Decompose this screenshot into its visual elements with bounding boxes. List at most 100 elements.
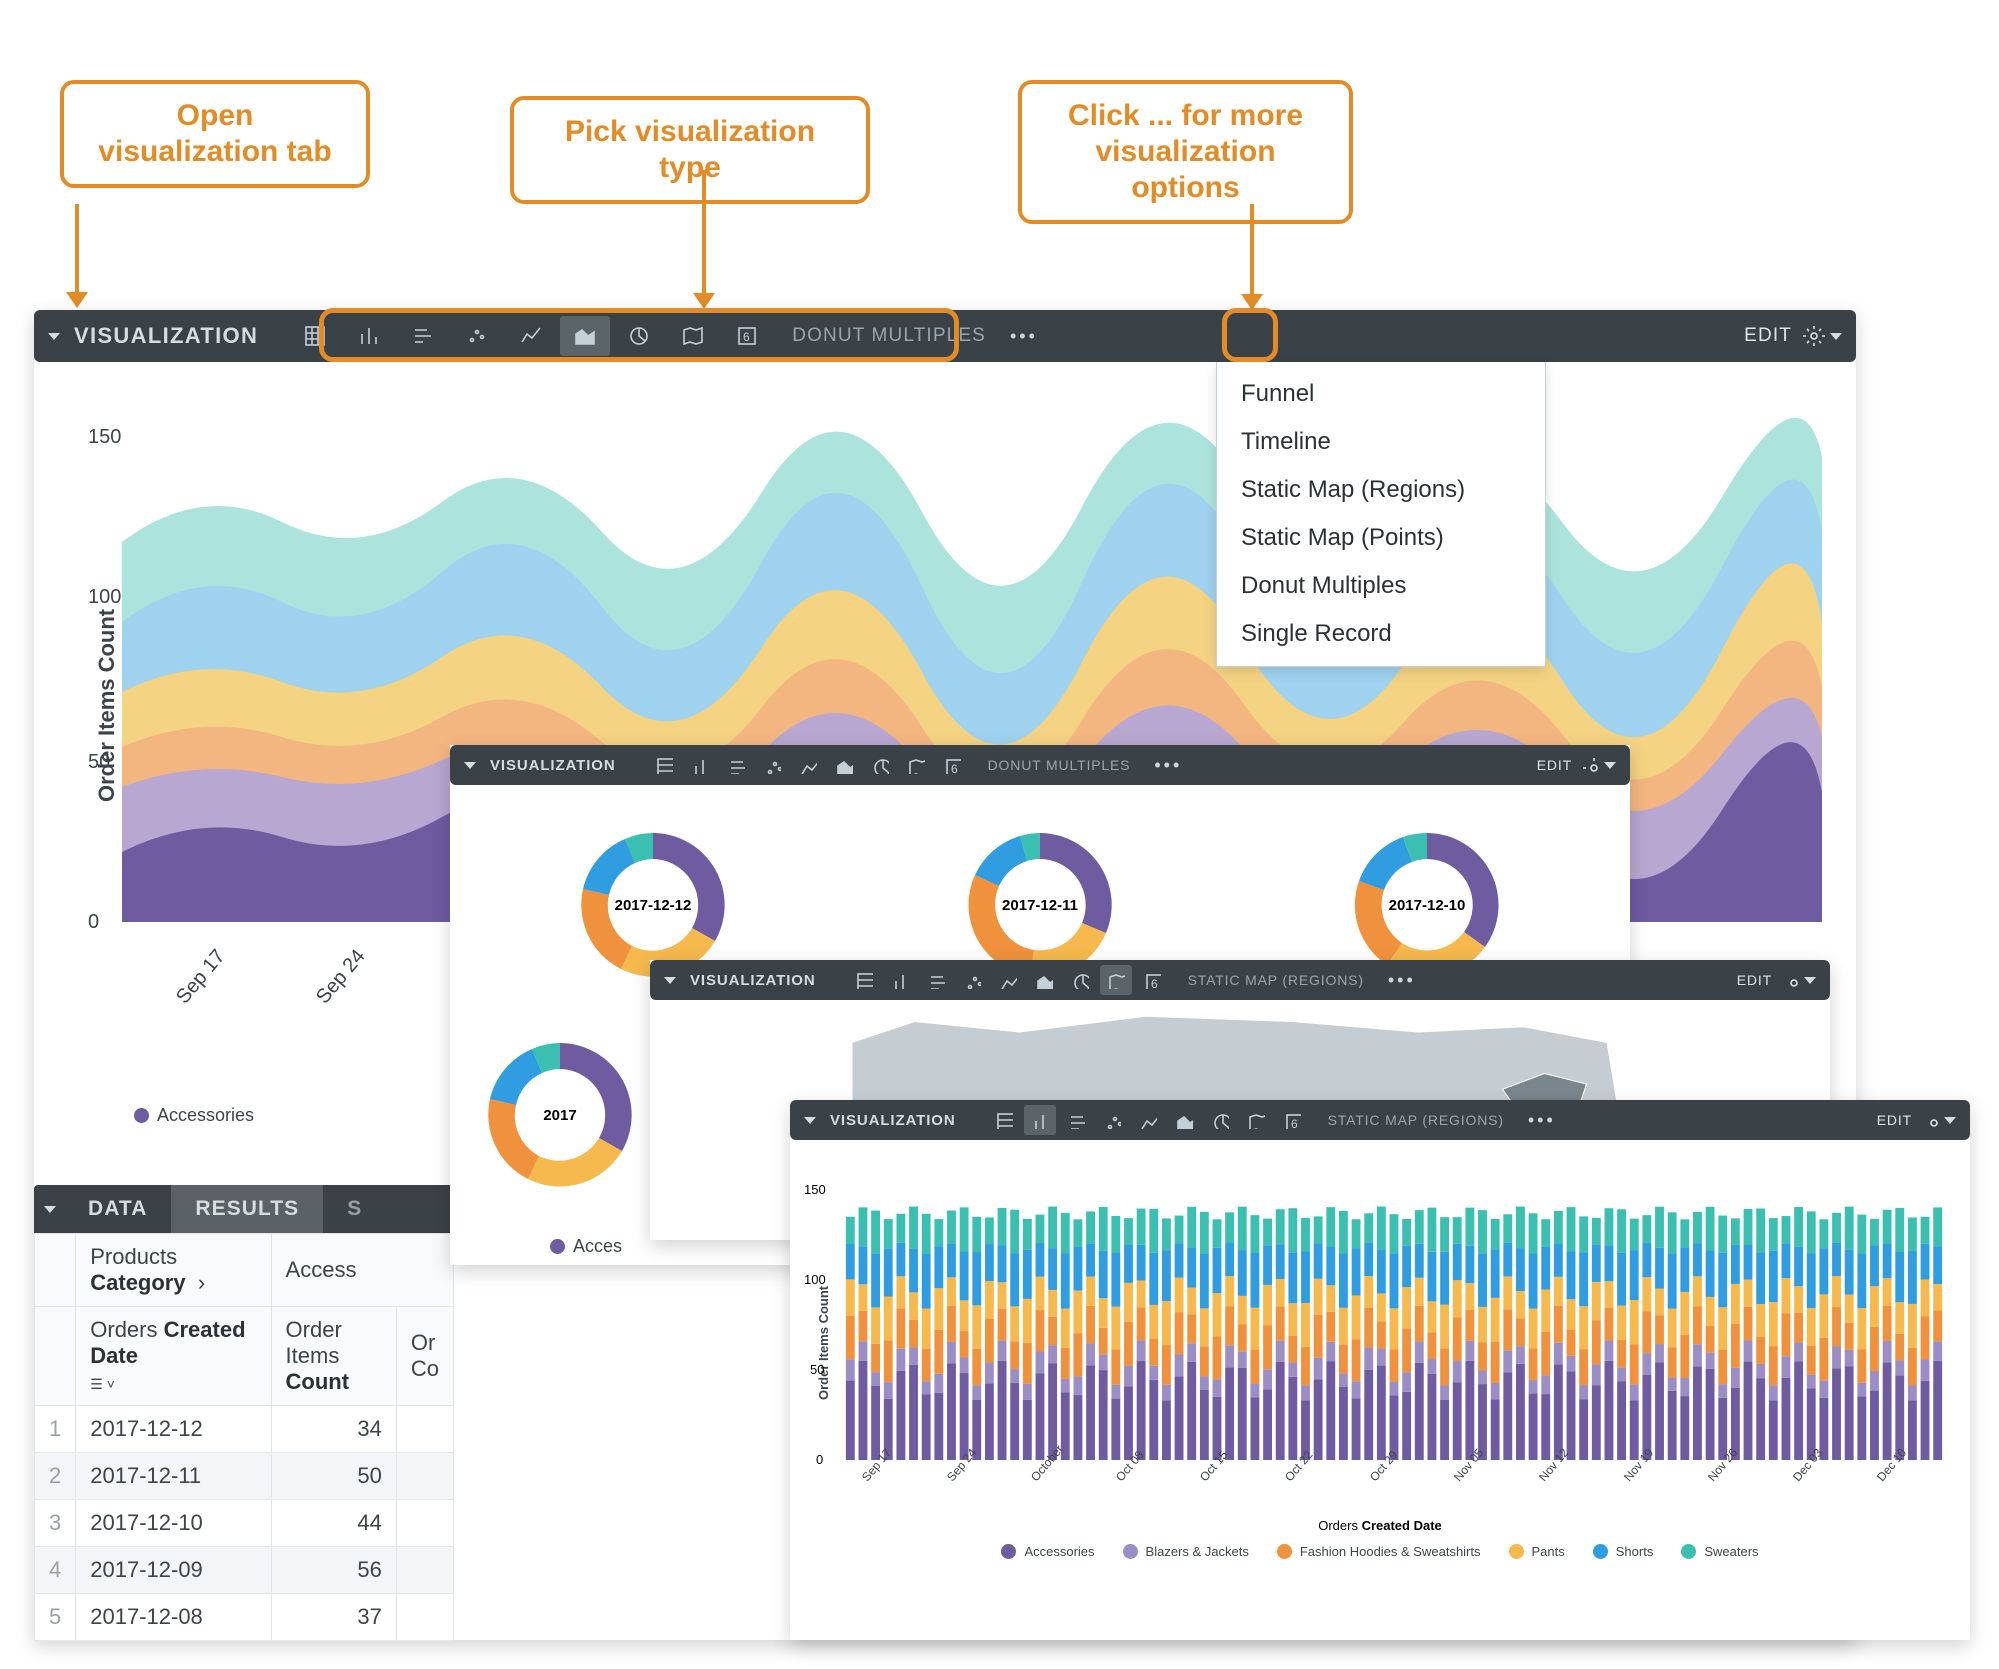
edit-button[interactable]: EDIT [1877,1112,1912,1128]
more-options-button[interactable]: ••• [1520,1106,1564,1135]
bar-chart-area: Order Items Count 0 50 100 150 Sep 17Sep… [790,1140,1970,1540]
bar-chart-icon[interactable] [398,316,448,356]
visualization-type-icons: 6 [988,1105,1308,1135]
column-chart-icon[interactable] [884,965,916,995]
line-chart-icon[interactable] [506,316,556,356]
dropdown-item-timeline[interactable]: Timeline [1217,418,1545,466]
line-chart-icon[interactable] [992,965,1024,995]
pie-chart-icon[interactable] [1204,1105,1236,1135]
more-options-button[interactable]: ••• [1146,751,1190,780]
visualization-tab-label[interactable]: VISUALIZATION [74,323,258,349]
column-chart-icon[interactable] [344,316,394,356]
pie-chart-icon[interactable] [614,316,664,356]
visualization-tab-label[interactable]: VISUALIZATION [830,1112,956,1129]
bar-chart-icon[interactable] [1060,1105,1092,1135]
chart-legend: AccessoriesBlazers & JacketsFashion Hood… [790,1540,1970,1563]
gear-icon[interactable] [1782,971,1816,989]
map-icon[interactable] [668,316,718,356]
table-icon[interactable] [848,965,880,995]
gear-icon[interactable] [1922,1111,1956,1129]
y-tick: 150 [88,426,121,449]
caret-down-icon[interactable] [44,1206,56,1213]
caret-down-icon[interactable] [664,977,676,984]
more-options-dropdown: Funnel Timeline Static Map (Regions) Sta… [1216,362,1546,667]
caret-down-icon[interactable] [48,333,60,340]
legend-item: Sweaters [1681,1544,1758,1559]
svg-text:6: 6 [1291,1117,1298,1129]
single-value-icon[interactable]: 6 [722,316,772,356]
map-icon[interactable] [900,750,932,780]
legend-item: Blazers & Jackets [1123,1544,1249,1559]
legend-item: Shorts [1593,1544,1654,1559]
gear-icon[interactable] [1582,756,1616,774]
column-products-category[interactable]: Products Category › [76,1234,271,1307]
arrow-icon [75,204,79,294]
edit-button[interactable]: EDIT [1537,757,1572,773]
map-icon[interactable] [1240,1105,1272,1135]
y-tick: 0 [88,911,99,934]
visualization-tab-label[interactable]: VISUALIZATION [490,757,616,774]
dropdown-item-static-map-regions[interactable]: Static Map (Regions) [1217,466,1545,514]
visualization-type-icons: 6 [848,965,1168,995]
legend-item: Pants [1509,1544,1565,1559]
tab-truncated[interactable]: S [323,1185,386,1233]
svg-text:6: 6 [743,330,750,344]
single-value-icon[interactable]: 6 [1276,1105,1308,1135]
x-axis: Sep 17Sep 24OctoberOct 08Oct 15Oct 22Oct… [844,1465,1944,1515]
map-icon[interactable] [1100,965,1132,995]
legend-item: Accessories [1001,1544,1094,1559]
column-chart-icon[interactable] [684,750,716,780]
scatter-icon[interactable] [756,750,788,780]
scatter-icon[interactable] [452,316,502,356]
edit-button[interactable]: EDIT [1737,972,1772,988]
bar-chart-icon[interactable] [720,750,752,780]
line-chart-icon[interactable] [1132,1105,1164,1135]
dropdown-item-funnel[interactable]: Funnel [1217,370,1545,418]
legend-swatch-icon [134,1108,149,1123]
data-section: DATA RESULTS S Products Category › Acces… [34,1185,454,1641]
column-order-items-count[interactable]: Order ItemsCount [271,1307,396,1406]
pie-chart-icon[interactable] [864,750,896,780]
gear-icon[interactable] [1802,324,1842,348]
caret-down-icon[interactable] [804,1117,816,1124]
area-chart-icon[interactable] [1028,965,1060,995]
edit-button[interactable]: EDIT [1744,325,1792,347]
more-options-button[interactable]: ••• [1002,322,1046,351]
data-tab[interactable]: DATA [64,1185,171,1233]
line-chart-icon[interactable] [792,750,824,780]
legend-swatch-icon [1681,1544,1696,1559]
table-icon[interactable] [988,1105,1020,1135]
table-icon[interactable] [648,750,680,780]
dropdown-item-donut-multiples[interactable]: Donut Multiples [1217,562,1545,610]
svg-text:6: 6 [951,762,958,774]
scatter-icon[interactable] [956,965,988,995]
area-chart-icon[interactable] [1168,1105,1200,1135]
table-icon[interactable] [290,316,340,356]
pie-chart-icon[interactable] [1064,965,1096,995]
area-chart-icon[interactable] [828,750,860,780]
area-chart-icon[interactable] [560,316,610,356]
legend-swatch-icon [1509,1544,1524,1559]
annotation-pick-type: Pick visualization type [510,96,870,204]
legend-label: Acces [573,1236,622,1257]
chart-legend: Accessories [134,1105,254,1126]
single-value-icon[interactable]: 6 [1136,965,1168,995]
visualization-tab-label[interactable]: VISUALIZATION [690,972,816,989]
bar-chart-icon[interactable] [920,965,952,995]
scatter-icon[interactable] [1096,1105,1128,1135]
caret-down-icon[interactable] [464,762,476,769]
annotation-more-options: Click ... for more visualization options [1018,80,1353,224]
column-chart-icon[interactable] [1024,1105,1056,1135]
dropdown-item-single-record[interactable]: Single Record [1217,610,1545,658]
results-tab[interactable]: RESULTS [171,1185,323,1233]
column-orders-created-date[interactable]: Orders Created Date ☰ ˅ [76,1307,271,1406]
more-options-button[interactable]: ••• [1380,966,1424,995]
single-value-icon[interactable]: 6 [936,750,968,780]
svg-text:2017: 2017 [543,1107,576,1124]
visualization-toolbar: VISUALIZATION 6 STATIC MAP (REGIONS) •••… [650,960,1830,1000]
arrow-icon [1250,204,1254,296]
visualization-type-icons: 6 [648,750,968,780]
legend-label: Blazers & Jackets [1146,1544,1249,1559]
stacked-bar-svg [844,1160,1944,1460]
dropdown-item-static-map-points[interactable]: Static Map (Points) [1217,514,1545,562]
